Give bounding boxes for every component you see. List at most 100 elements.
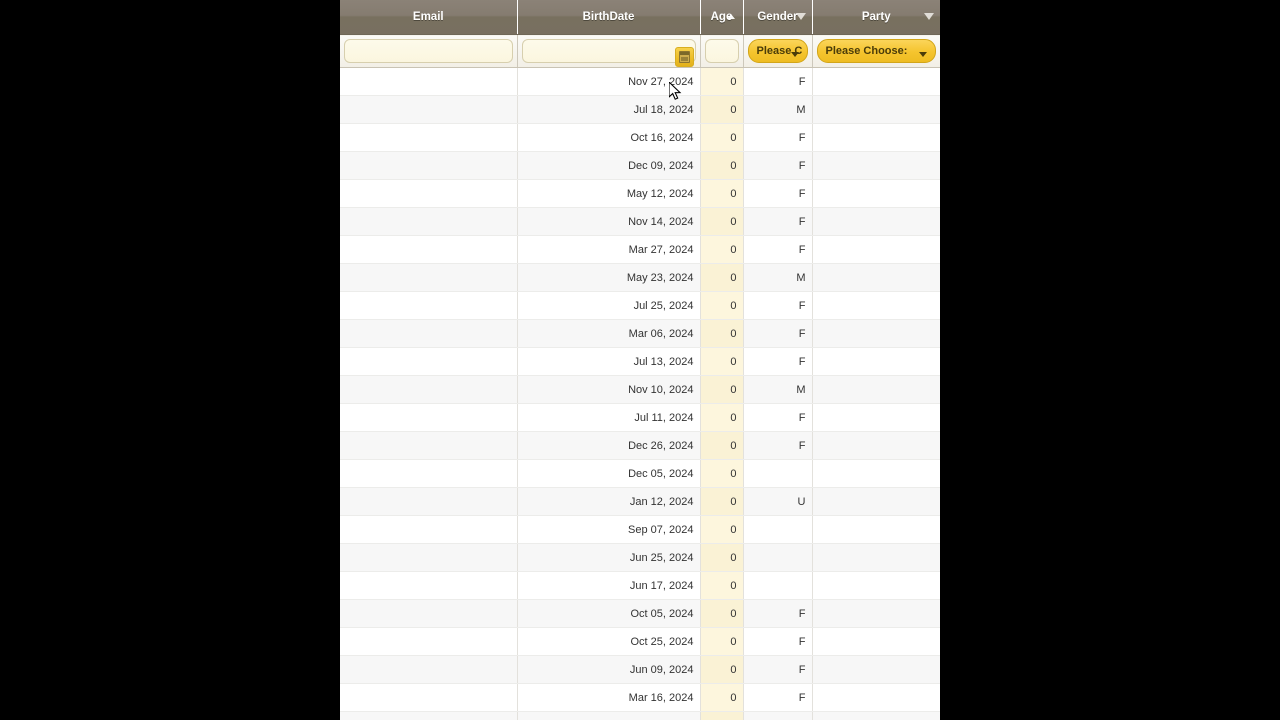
table-row[interactable]: Nov 14, 2024 0 F [340, 207, 940, 236]
table-row[interactable]: Mar 16, 2024 0 F [340, 683, 940, 712]
gender-filter-select[interactable]: Please C [747, 39, 808, 63]
cell-email [340, 263, 518, 292]
cell-birth: Mar 16, 2024 [517, 683, 701, 712]
cell-email [340, 571, 518, 600]
cell-party [812, 599, 940, 628]
column-header-party[interactable]: Party [812, 0, 940, 35]
column-menu-icon[interactable] [795, 13, 806, 20]
birthdate-filter-input[interactable] [521, 39, 696, 63]
table-row[interactable]: Jan 12, 2024 0 U [340, 487, 940, 516]
column-header-birthdate[interactable]: BirthDate [517, 0, 701, 35]
cell-gender [743, 459, 813, 488]
cell-gender: F [743, 291, 813, 320]
age-filter-input[interactable] [704, 39, 739, 63]
cell-birth: Oct 16, 2024 [517, 123, 701, 152]
cell-birth: May 12, 2024 [517, 179, 701, 208]
cell-gender [743, 515, 813, 544]
cell-birth: Oct 05, 2024 [517, 599, 701, 628]
table-row[interactable]: Dec 05, 2024 0 [340, 459, 940, 488]
cell-birth: Nov 10, 2024 [517, 375, 701, 404]
calendar-icon-button[interactable] [674, 47, 694, 67]
cell-birth: Jun 17, 2024 [517, 571, 701, 600]
cell-party [812, 683, 940, 712]
cell-age: 0 [700, 207, 744, 236]
cell-email [340, 487, 518, 516]
cell-birth: Jul 11, 2024 [517, 403, 701, 432]
table-row[interactable]: May 23, 2024 0 M [340, 263, 940, 292]
filter-cell-gender: Please C [743, 34, 813, 68]
cell-gender: F [743, 403, 813, 432]
column-header-birthdate-label: BirthDate [582, 11, 635, 23]
cell-age: 0 [700, 459, 744, 488]
cell-email [340, 627, 518, 656]
cell-email [340, 599, 518, 628]
table-row[interactable]: Jul 11, 2024 0 F [340, 403, 940, 432]
table-row[interactable]: Sep 07, 2024 0 [340, 515, 940, 544]
cell-age: 0 [700, 95, 744, 124]
cell-age: 0 [700, 711, 744, 720]
cell-age: 0 [700, 291, 744, 320]
table-row[interactable]: Oct 25, 2024 0 F [340, 627, 940, 656]
column-header-email[interactable]: Email [340, 0, 518, 35]
cell-email [340, 459, 518, 488]
cell-birth: Jun 09, 2024 [517, 655, 701, 684]
cell-gender: F [743, 207, 813, 236]
cell-age: 0 [700, 515, 744, 544]
cell-gender [743, 543, 813, 572]
table-row[interactable]: Nov 07, 20240F [340, 711, 940, 720]
table-row[interactable]: Jun 09, 2024 0 F [340, 655, 940, 684]
cell-gender: F [743, 179, 813, 208]
column-menu-icon[interactable] [924, 13, 934, 20]
table-row[interactable]: Oct 16, 2024 0 F [340, 123, 940, 152]
cell-gender [743, 571, 813, 600]
cell-age: 0 [700, 431, 744, 460]
cell-gender: F [743, 711, 813, 720]
cell-party [812, 95, 940, 124]
table-row[interactable]: Dec 26, 2024 0 F [340, 431, 940, 460]
sort-ascending-icon [726, 14, 735, 19]
table-row[interactable]: Jul 25, 2024 0 F [340, 291, 940, 320]
table-row[interactable]: Jun 17, 2024 0 [340, 571, 940, 600]
cell-birth: Nov 07, 2024 [517, 711, 701, 720]
cell-email [340, 179, 518, 208]
column-header-age[interactable]: Age [700, 0, 744, 35]
cell-birth: Jun 25, 2024 [517, 543, 701, 572]
cell-gender: M [743, 95, 813, 124]
cell-party [812, 487, 940, 516]
table-row[interactable]: Jun 25, 2024 0 [340, 543, 940, 572]
cell-email [340, 711, 518, 720]
table-row[interactable]: Nov 10, 2024 0 M [340, 375, 940, 404]
screen-viewport: Email BirthDate Age Gender Party Please … [0, 0, 1280, 720]
table-row[interactable]: Jul 18, 2024 0 M [340, 95, 940, 124]
cell-gender: U [743, 487, 813, 516]
party-filter-select[interactable]: Please Choose: [816, 39, 936, 63]
column-header-gender[interactable]: Gender [743, 0, 813, 35]
cell-birth: Oct 25, 2024 [517, 627, 701, 656]
table-row[interactable]: Dec 09, 2024 0 F [340, 151, 940, 180]
cell-email [340, 655, 518, 684]
cell-party [812, 319, 940, 348]
cell-party [812, 347, 940, 376]
filter-cell-birthdate [517, 34, 701, 68]
cell-email [340, 207, 518, 236]
table-row[interactable]: Oct 05, 2024 0 F [340, 599, 940, 628]
column-filter-row: Please C Please Choose: [340, 34, 940, 68]
cell-birth: Sep 07, 2024 [517, 515, 701, 544]
cell-party [812, 403, 940, 432]
cell-party [812, 67, 940, 96]
cell-age: 0 [700, 543, 744, 572]
cell-party [812, 431, 940, 460]
chevron-down-icon [790, 52, 799, 57]
grid-body: Nov 27, 2024 0 F Jul 18, 2024 0 M Oct 16, 2024… [340, 67, 940, 720]
table-row[interactable]: Mar 06, 2024 0 F [340, 319, 940, 348]
table-row[interactable]: Mar 27, 2024 0 F [340, 235, 940, 264]
cell-age: 0 [700, 235, 744, 264]
table-row[interactable]: May 12, 2024 0 F [340, 179, 940, 208]
cell-email [340, 291, 518, 320]
cell-party [812, 179, 940, 208]
email-filter-input[interactable] [344, 39, 513, 63]
table-row[interactable]: Jul 13, 2024 0 F [340, 347, 940, 376]
table-row[interactable]: Nov 27, 2024 0 F [340, 67, 940, 96]
cell-gender: F [743, 235, 813, 264]
cell-email [340, 403, 518, 432]
